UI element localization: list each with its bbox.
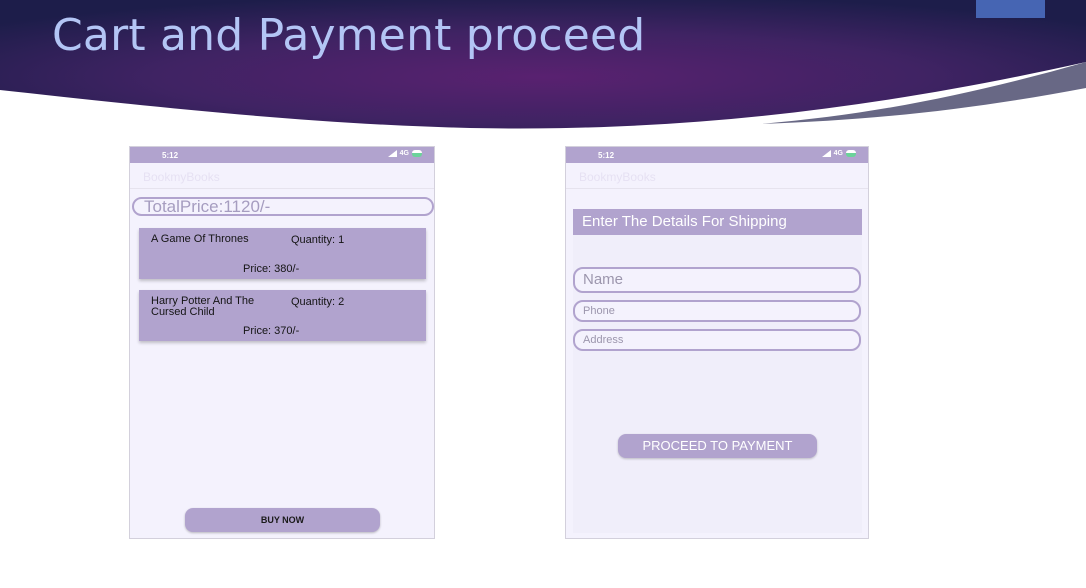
cart-item[interactable]: A Game Of Thrones Quantity: 1 Price: 380… xyxy=(139,228,426,279)
shipping-header: Enter The Details For Shipping xyxy=(573,209,862,235)
book-quantity: Quantity: 2 xyxy=(291,296,345,308)
network-label: 4G xyxy=(399,150,409,157)
status-bar: 5:12 4G xyxy=(566,147,868,163)
signal-icon xyxy=(387,150,397,157)
signal-icon xyxy=(821,150,831,157)
book-price: Price: 380/- xyxy=(243,263,300,275)
cart-screen: 5:12 4G BookmyBooks TotalPrice:1120/- A … xyxy=(129,146,435,539)
corner-accent-box xyxy=(976,0,1045,18)
battery-icon xyxy=(412,150,422,157)
name-field[interactable]: Name xyxy=(573,267,861,293)
network-label: 4G xyxy=(833,150,843,157)
status-icons: 4G xyxy=(821,150,856,157)
app-title: BookmyBooks xyxy=(566,163,868,189)
shipping-screen: 5:12 4G BookmyBooks Enter The Details Fo… xyxy=(565,146,869,539)
battery-icon xyxy=(846,150,856,157)
shipping-form: Enter The Details For Shipping Name Phon… xyxy=(573,209,862,533)
status-icons: 4G xyxy=(387,150,422,157)
book-price: Price: 370/- xyxy=(243,325,300,337)
address-field[interactable]: Address xyxy=(573,329,861,351)
book-title: Harry Potter And The Cursed Child xyxy=(151,295,255,318)
book-quantity: Quantity: 1 xyxy=(291,234,345,246)
cart-item[interactable]: Harry Potter And The Cursed Child Quanti… xyxy=(139,290,426,341)
status-time: 5:12 xyxy=(162,151,179,160)
slide-title: Cart and Payment proceed xyxy=(52,10,646,61)
buy-now-button[interactable]: BUY NOW xyxy=(185,508,380,532)
phone-field[interactable]: Phone xyxy=(573,300,861,322)
book-title: A Game Of Thrones xyxy=(151,233,249,245)
app-title: BookmyBooks xyxy=(130,163,434,189)
status-time: 5:12 xyxy=(598,151,615,160)
proceed-to-payment-button[interactable]: PROCEED TO PAYMENT xyxy=(618,434,817,458)
cart-list: A Game Of Thrones Quantity: 1 Price: 380… xyxy=(139,228,426,352)
total-price: TotalPrice:1120/- xyxy=(132,197,434,216)
status-bar: 5:12 4G xyxy=(130,147,434,163)
